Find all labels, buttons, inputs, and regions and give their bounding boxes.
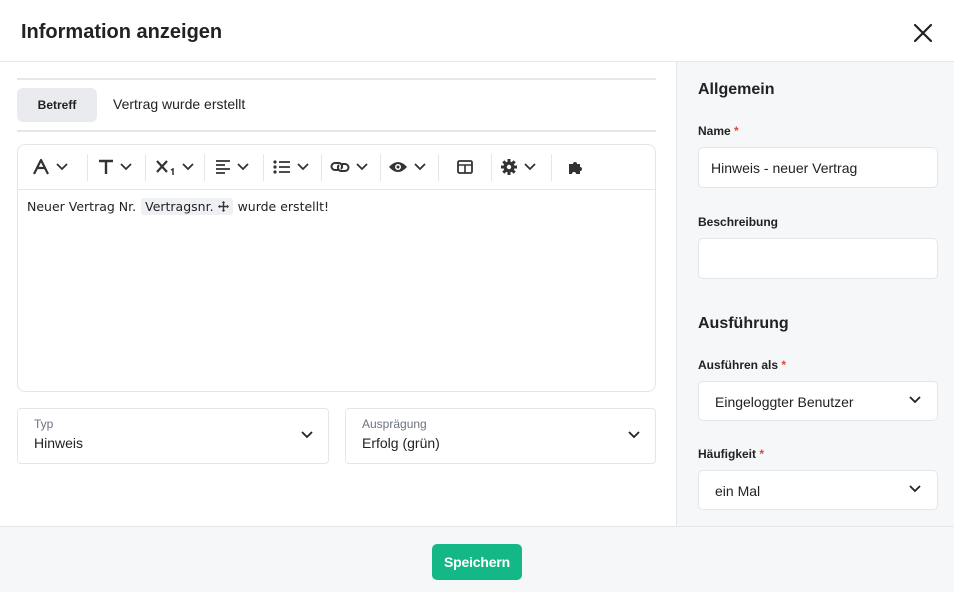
chevron-down-icon [56, 163, 68, 171]
section-title-general: Allgemein [698, 81, 775, 98]
text-size-dropdown[interactable] [98, 152, 132, 182]
chevron-down-icon [909, 485, 921, 493]
align-left-icon [216, 160, 230, 174]
chevron-down-icon [182, 163, 194, 171]
chevron-down-icon [524, 163, 536, 171]
editor-text: wurde erstellt! [237, 199, 330, 214]
auspraegung-label: Ausprägung [362, 417, 427, 431]
description-label: Beschreibung [698, 215, 779, 229]
typ-value: Hinweis [34, 435, 84, 451]
section-title-execution: Ausführung [698, 315, 789, 332]
toolbar-separator [263, 154, 264, 181]
run-as-value: Eingeloggter Benutzer [715, 394, 854, 410]
toolbar-separator [87, 154, 88, 181]
frequency-value: ein Mal [715, 483, 761, 499]
dialog-footer: Speichern [0, 526, 954, 592]
toolbar-separator [491, 154, 492, 181]
typ-select[interactable]: Typ Hinweis [17, 408, 329, 464]
run-as-label: Ausführen als * [698, 358, 787, 372]
name-field[interactable]: Hinweis - neuer Vertrag [698, 147, 938, 188]
chevron-down-icon [301, 431, 313, 439]
rich-text-editor[interactable]: Neuer Vertrag Nr. Vertragsnr. wurde erst… [17, 144, 656, 392]
name-value: Hinweis - neuer Vertrag [711, 160, 858, 176]
editor-text: Neuer Vertrag Nr. [27, 199, 137, 214]
chevron-down-icon [120, 163, 132, 171]
font-color-icon [33, 158, 49, 175]
subject-tag: Betreff [17, 88, 97, 122]
subject-value[interactable]: Vertrag wurde erstellt [113, 96, 245, 112]
toolbar-separator [380, 154, 381, 181]
chevron-down-icon [237, 163, 249, 171]
chevron-down-icon [909, 396, 921, 404]
chevron-down-icon [356, 163, 368, 171]
close-icon[interactable] [910, 20, 936, 46]
list-dropdown[interactable] [273, 152, 309, 182]
frequency-label: Häufigkeit * [698, 447, 765, 461]
divider [17, 130, 656, 132]
align-dropdown[interactable] [215, 152, 249, 182]
text-size-icon [99, 159, 113, 174]
dialog-header: Information anzeigen [0, 0, 954, 62]
table-button[interactable] [457, 152, 473, 182]
subscript-icon [156, 160, 174, 175]
link-dropdown[interactable] [330, 152, 368, 182]
auspraegung-select[interactable]: Ausprägung Erfolg (grün) [345, 408, 656, 464]
placeholder-chip-label: Vertragsnr. [145, 199, 214, 214]
name-label: Name * [698, 124, 739, 138]
subscript-dropdown[interactable] [156, 152, 194, 182]
plugin-button[interactable] [567, 152, 585, 182]
chevron-down-icon [297, 163, 309, 171]
editor-toolbar [18, 145, 655, 190]
dialog-title: Information anzeigen [21, 21, 223, 43]
puzzle-icon [569, 162, 582, 174]
run-as-select[interactable]: Eingeloggter Benutzer [698, 381, 938, 421]
frequency-select[interactable]: ein Mal [698, 470, 938, 510]
gear-icon [501, 159, 517, 175]
font-color-dropdown[interactable] [32, 152, 68, 182]
auspraegung-value: Erfolg (grün) [362, 435, 440, 451]
toolbar-separator [321, 154, 322, 181]
toolbar-separator [145, 154, 146, 181]
preview-dropdown[interactable] [388, 152, 426, 182]
toolbar-separator [438, 154, 439, 181]
bulleted-list-icon [273, 160, 290, 174]
save-button[interactable]: Speichern [432, 544, 522, 580]
chevron-down-icon [628, 431, 640, 439]
editor-content[interactable]: Neuer Vertrag Nr. Vertragsnr. wurde erst… [27, 198, 329, 215]
chevron-down-icon [414, 163, 426, 171]
toolbar-separator [551, 154, 552, 181]
typ-label: Typ [34, 417, 54, 431]
settings-panel: Allgemein Name * Hinweis - neuer Vertrag… [676, 62, 954, 526]
divider [17, 78, 656, 80]
move-icon [217, 201, 229, 212]
eye-icon [389, 162, 407, 172]
description-field[interactable] [698, 238, 938, 279]
placeholder-chip[interactable]: Vertragsnr. [141, 198, 233, 215]
settings-dropdown[interactable] [500, 152, 536, 182]
link-icon [330, 162, 350, 172]
table-icon [457, 160, 473, 174]
toolbar-separator [204, 154, 205, 181]
